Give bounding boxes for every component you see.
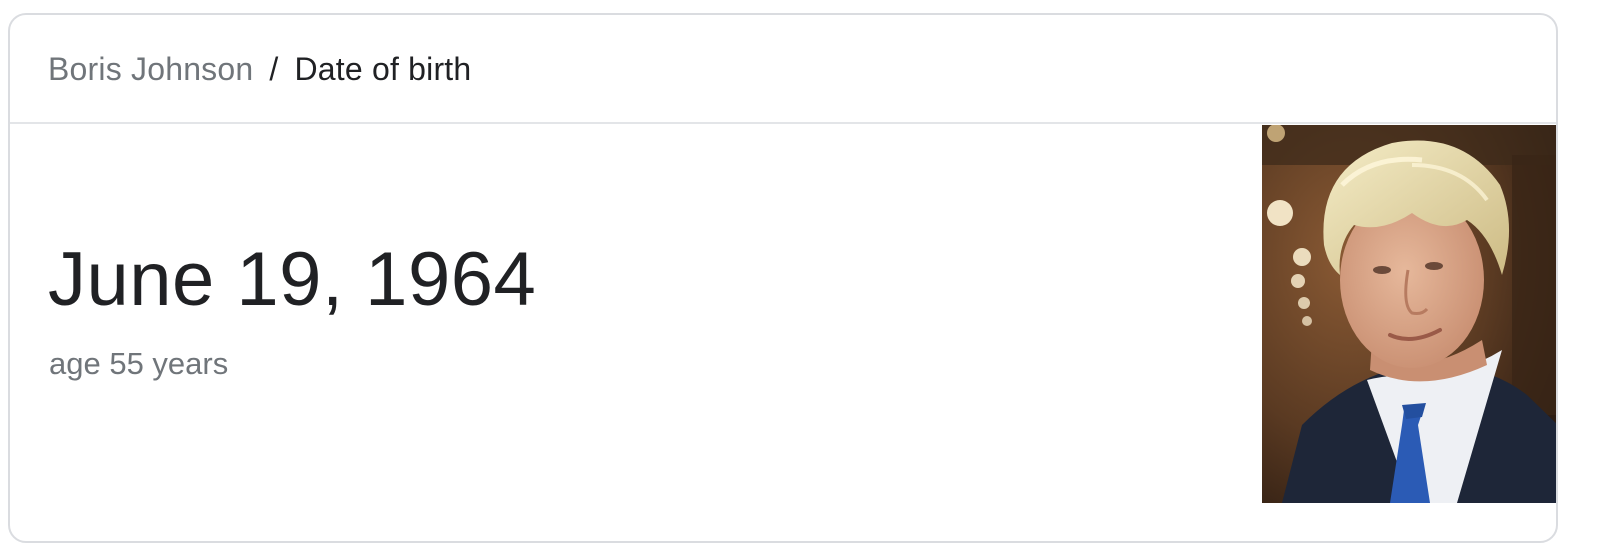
age-text: age 55 years xyxy=(49,346,229,381)
breadcrumb: Boris Johnson / Date of birth xyxy=(10,15,1556,124)
breadcrumb-current: Date of birth xyxy=(294,51,472,87)
breadcrumb-separator: / xyxy=(269,51,279,87)
breadcrumb-parent-link[interactable]: Boris Johnson xyxy=(48,51,253,88)
answer-section: June 19, 1964 age 55 years xyxy=(10,124,1556,541)
knowledge-card: Boris Johnson / Date of birth June 19, 1… xyxy=(8,13,1558,543)
portrait-photo[interactable] xyxy=(1262,125,1558,503)
date-of-birth-value: June 19, 1964 xyxy=(48,237,537,322)
